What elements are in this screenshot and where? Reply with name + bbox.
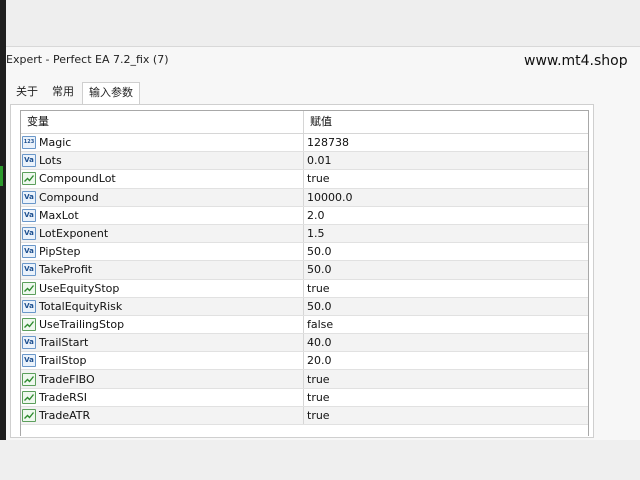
double-icon: [22, 190, 36, 204]
variable-cell: TradeRSI: [21, 388, 304, 406]
table-row[interactable]: UseEquityStop true: [21, 279, 588, 298]
variable-cell: TakeProfit: [21, 261, 304, 279]
variable-name: Lots: [39, 154, 62, 168]
value-cell[interactable]: 40.0: [304, 334, 588, 351]
table-header: 变量 赋值: [21, 111, 588, 134]
table-row[interactable]: CompoundLot true: [21, 170, 588, 189]
value-cell[interactable]: 20.0: [304, 352, 588, 369]
table-row[interactable]: LotExponent 1.5: [21, 224, 588, 244]
tab-inputs[interactable]: 输入参数: [82, 82, 140, 105]
variable-name: TrailStop: [39, 354, 87, 368]
value-cell[interactable]: 10000.0: [304, 189, 588, 206]
table-row[interactable]: TakeProfit 50.0: [21, 261, 588, 280]
bool-icon: [22, 172, 36, 186]
variable-cell: PipStep: [21, 243, 304, 261]
value-cell[interactable]: 50.0: [304, 298, 588, 315]
table-row[interactable]: TotalEquityRisk 50.0: [21, 297, 588, 316]
background-bottom: [0, 440, 640, 480]
value-cell[interactable]: true: [304, 389, 588, 406]
variable-name: CompoundLot: [39, 172, 116, 186]
table-row[interactable]: TradeRSI true: [21, 388, 588, 407]
variable-cell: CompoundLot: [21, 170, 304, 188]
bool-icon: [22, 390, 36, 404]
bool-icon: [22, 281, 36, 295]
variable-cell: TradeATR: [21, 406, 304, 424]
value-cell[interactable]: false: [304, 316, 588, 333]
double-icon: [22, 154, 36, 168]
variable-cell: TrailStart: [21, 334, 304, 352]
table-row[interactable]: Lots 0.01: [21, 152, 588, 171]
double-icon: [22, 336, 36, 350]
variable-name: Compound: [39, 190, 99, 204]
variable-cell: Compound: [21, 188, 304, 206]
variable-cell: UseEquityStop: [21, 279, 304, 297]
table-row[interactable]: TradeATR true: [21, 406, 588, 425]
table-body: Magic128738Lots0.01CompoundLottrueCompou…: [21, 134, 588, 425]
value-cell[interactable]: 0.01: [304, 152, 588, 169]
background-top: [0, 0, 640, 46]
table-row[interactable]: Magic 128738: [21, 134, 588, 153]
variable-name: TrailStart: [39, 336, 89, 350]
value-cell[interactable]: true: [304, 170, 588, 187]
variable-cell: TrailStop: [21, 352, 304, 370]
watermark-text: www.mt4.shop: [524, 53, 628, 69]
value-cell[interactable]: true: [304, 370, 588, 387]
table-row[interactable]: TrailStop 20.0: [21, 352, 588, 371]
value-cell[interactable]: 50.0: [304, 261, 588, 278]
variable-cell: MaxLot: [21, 206, 304, 224]
double-icon: [22, 245, 36, 259]
variable-cell: LotExponent: [21, 224, 304, 243]
double-icon: [22, 208, 36, 222]
variable-name: UseEquityStop: [39, 281, 120, 295]
value-cell[interactable]: 50.0: [304, 243, 588, 260]
variable-name: Magic: [39, 136, 72, 150]
table-row[interactable]: PipStep 50.0: [21, 243, 588, 262]
table-row[interactable]: Compound 10000.0: [21, 188, 588, 207]
variable-name: TradeATR: [39, 408, 91, 422]
value-cell[interactable]: true: [304, 407, 588, 424]
chart-green-marker: [0, 166, 3, 186]
inputs-table: 变量 赋值 Magic 128738 Lots 0.01 CompoundLot true…: [20, 110, 589, 436]
variable-name: TotalEquityRisk: [39, 299, 123, 313]
bool-icon: [22, 372, 36, 386]
tab-common[interactable]: 常用: [46, 82, 80, 104]
value-cell[interactable]: 2.0: [304, 207, 588, 224]
variable-cell: Magic: [21, 134, 304, 152]
table-empty-area: [21, 425, 588, 445]
variable-cell: UseTrailingStop: [21, 315, 304, 334]
variable-name: TradeRSI: [39, 390, 87, 404]
variable-cell: TotalEquityRisk: [21, 297, 304, 315]
table-row[interactable]: UseTrailingStop false: [21, 315, 588, 335]
double-icon: [22, 227, 36, 241]
tab-about[interactable]: 关于: [10, 82, 44, 104]
value-cell[interactable]: true: [304, 280, 588, 297]
bool-icon: [22, 408, 36, 422]
value-cell[interactable]: 128738: [304, 134, 588, 151]
header-value[interactable]: 赋值: [304, 111, 588, 133]
value-cell[interactable]: 1.5: [304, 225, 588, 242]
variable-name: TakeProfit: [39, 263, 93, 277]
background-chart-edge: [0, 0, 6, 480]
variable-name: TradeFIBO: [39, 372, 95, 386]
variable-cell: Lots: [21, 152, 304, 170]
bool-icon: [22, 317, 36, 331]
window-title: Expert - Perfect EA 7.2_fix (7): [6, 53, 169, 66]
variable-name: MaxLot: [39, 208, 79, 222]
tab-bar: 关于 常用 输入参数: [10, 82, 142, 105]
table-row[interactable]: MaxLot 2.0: [21, 206, 588, 225]
variable-name: PipStep: [39, 245, 81, 259]
variable-cell: TradeFIBO: [21, 370, 304, 388]
double-icon: [22, 299, 36, 313]
double-icon: [22, 354, 36, 368]
header-variable[interactable]: 变量: [21, 111, 304, 133]
table-row[interactable]: TrailStart 40.0: [21, 334, 588, 353]
double-icon: [22, 263, 36, 277]
table-row[interactable]: TradeFIBO true: [21, 370, 588, 389]
variable-name: LotExponent: [39, 227, 109, 241]
variable-name: UseTrailingStop: [39, 317, 125, 331]
int-icon: [22, 136, 36, 150]
